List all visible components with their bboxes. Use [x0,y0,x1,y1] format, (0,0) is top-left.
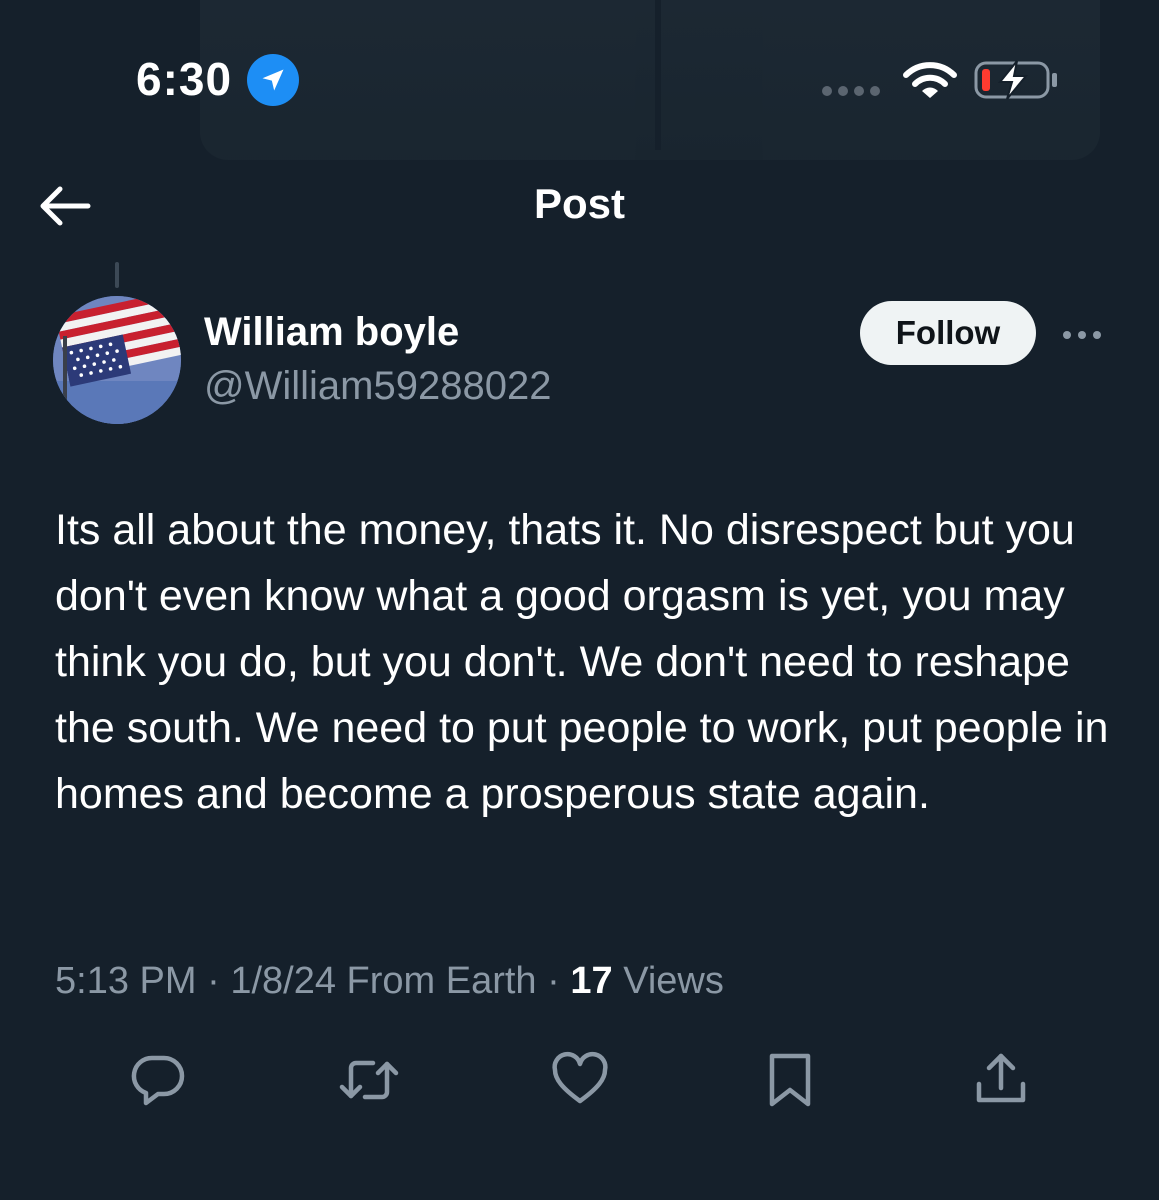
status-bar: 6:30 [0,0,1159,150]
author-name[interactable]: William boyle [204,310,459,355]
bookmark-icon[interactable] [760,1050,820,1110]
status-time: 6:30 [136,53,233,105]
page-title: Post [533,180,625,227]
meta-separator: · [536,960,571,1002]
action-bar [0,1050,1159,1110]
avatar[interactable] [53,296,181,424]
wifi-icon [903,62,957,105]
top-nav: Post [0,160,1159,250]
views-label[interactable]: Views [613,960,724,1002]
post-text: Its all about the money, thats it. No di… [55,506,1109,818]
author-handle[interactable]: @William59288022 [204,364,551,409]
share-icon[interactable] [971,1050,1031,1110]
heart-icon[interactable] [550,1050,610,1110]
views-count[interactable]: 17 [570,960,612,1002]
thread-connector [115,262,119,288]
battery-charging-low-icon [973,58,1059,107]
signal-dots-icon [822,86,880,96]
more-horizontal-icon[interactable] [1062,328,1102,346]
location-arrow-icon [247,54,299,106]
repost-icon[interactable] [339,1050,399,1110]
post-time[interactable]: 5:13 PM [55,960,197,1002]
post-date[interactable]: 1/8/24 [230,960,336,1002]
post-metadata: 5:13 PM · 1/8/24 From Earth · 17 Views [55,960,724,1003]
reply-icon[interactable] [128,1050,188,1110]
meta-separator: · [196,960,231,1002]
follow-button[interactable]: Follow [860,301,1036,365]
post-source: From Earth [335,960,537,1002]
